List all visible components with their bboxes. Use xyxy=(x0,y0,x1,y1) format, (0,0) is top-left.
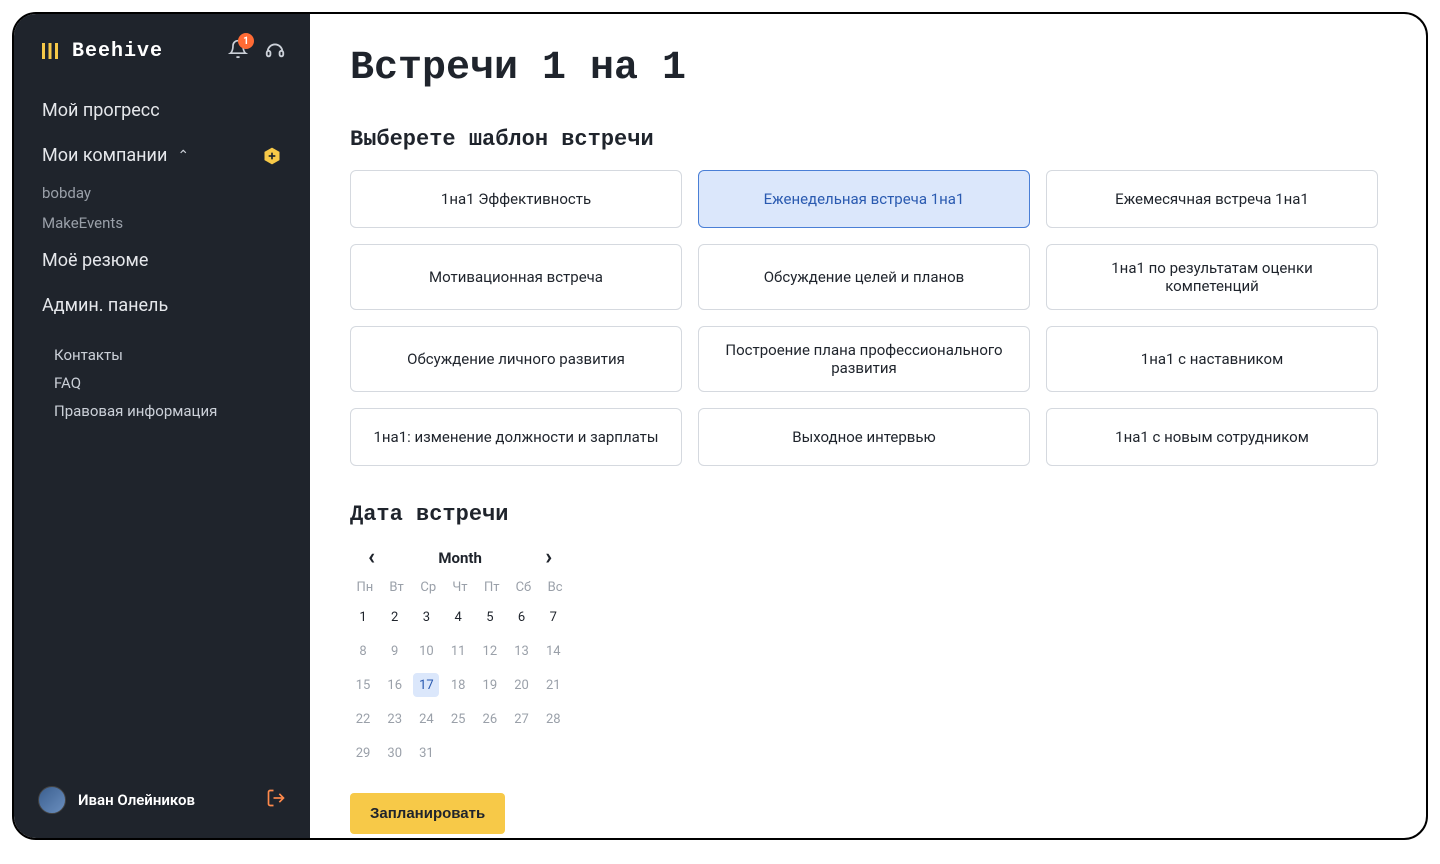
calendar-day[interactable]: 23 xyxy=(382,707,408,731)
calendar-day[interactable]: 18 xyxy=(445,673,471,697)
calendar-day[interactable]: 4 xyxy=(445,605,471,629)
footer-faq[interactable]: FAQ xyxy=(54,374,270,392)
page-title: Встречи 1 на 1 xyxy=(350,46,1378,91)
nav-company-item[interactable]: bobday xyxy=(26,178,298,208)
calendar-day[interactable]: 12 xyxy=(477,639,503,663)
main-content: Встречи 1 на 1 Выберете шаблон встречи 1… xyxy=(310,14,1426,838)
sidebar-header: Beehive 1 xyxy=(14,38,310,88)
template-card[interactable]: 1на1 Эффективность xyxy=(350,170,682,228)
calendar-day[interactable]: 30 xyxy=(382,741,408,765)
chevron-up-icon: ⌃ xyxy=(177,148,189,164)
user-name: Иван Олейников xyxy=(78,791,195,809)
footer-legal[interactable]: Правовая информация xyxy=(54,402,270,420)
nav-company-item[interactable]: MakeEvents xyxy=(26,208,298,238)
calendar-dow: Вс xyxy=(540,580,570,595)
calendar-day[interactable]: 17 xyxy=(413,673,439,697)
template-card[interactable]: Мотивационная встреча xyxy=(350,244,682,310)
template-section-title: Выберете шаблон встречи xyxy=(350,127,1378,152)
template-card[interactable]: Обсуждение личного развития xyxy=(350,326,682,392)
nav-label: Мой прогресс xyxy=(42,100,160,121)
template-card[interactable]: Еженедельная встреча 1на1 xyxy=(698,170,1030,228)
calendar-day[interactable]: 15 xyxy=(350,673,376,697)
template-card[interactable]: Выходное интервью xyxy=(698,408,1030,466)
logo-icon xyxy=(38,39,62,63)
calendar-dow: Пн xyxy=(350,580,380,595)
template-card[interactable]: Ежемесячная встреча 1на1 xyxy=(1046,170,1378,228)
calendar-header: ‹ Month › xyxy=(350,545,570,580)
calendar-day[interactable]: 3 xyxy=(413,605,439,629)
user-block: Иван Олейников xyxy=(14,770,310,822)
calendar-dow: Сб xyxy=(509,580,539,595)
calendar-day[interactable]: 24 xyxy=(413,707,439,731)
nav-resume[interactable]: Моё резюме xyxy=(26,238,298,283)
calendar-day[interactable]: 16 xyxy=(382,673,408,697)
nav-companies[interactable]: Мои компании ⌃ xyxy=(26,133,298,178)
calendar-day[interactable]: 25 xyxy=(445,707,471,731)
schedule-button[interactable]: Запланировать xyxy=(350,793,505,834)
calendar-day[interactable]: 10 xyxy=(413,639,439,663)
user-profile[interactable]: Иван Олейников xyxy=(38,786,195,814)
nav: Мой прогресс Мои компании ⌃ bobday xyxy=(14,88,310,770)
template-grid: 1на1 Эффективность Еженедельная встреча 1… xyxy=(350,170,1378,466)
calendar-day[interactable]: 27 xyxy=(509,707,535,731)
calendar-dow: Ср xyxy=(413,580,443,595)
calendar-dow: Вт xyxy=(382,580,412,595)
template-card[interactable]: Построение плана профессионального разви… xyxy=(698,326,1030,392)
calendar-day[interactable]: 11 xyxy=(445,639,471,663)
calendar-day[interactable]: 29 xyxy=(350,741,376,765)
calendar-day[interactable]: 22 xyxy=(350,707,376,731)
calendar-day[interactable]: 7 xyxy=(540,605,566,629)
notifications-button[interactable]: 1 xyxy=(228,39,248,63)
nav-label: Админ. панель xyxy=(42,295,168,316)
calendar-grid: ПнВтСрЧтПтСбВс12345678910111213141516171… xyxy=(350,580,570,765)
nav-progress[interactable]: Мой прогресс xyxy=(26,88,298,133)
header-icons: 1 xyxy=(228,38,286,64)
template-card[interactable]: 1на1: изменение должности и зарплаты xyxy=(350,408,682,466)
footer-contacts[interactable]: Контакты xyxy=(54,346,270,364)
calendar-day[interactable]: 21 xyxy=(540,673,566,697)
footer-links: Контакты FAQ Правовая информация xyxy=(26,346,298,420)
calendar-day[interactable]: 2 xyxy=(382,605,408,629)
next-month-button[interactable]: › xyxy=(545,545,552,570)
logout-button[interactable] xyxy=(266,788,286,812)
company-label: MakeEvents xyxy=(42,214,123,232)
date-section-title: Дата встречи xyxy=(350,502,1378,527)
company-label: bobday xyxy=(42,184,91,202)
calendar-day[interactable]: 31 xyxy=(413,741,439,765)
calendar: ‹ Month › ПнВтСрЧтПтСбВс1234567891011121… xyxy=(350,545,570,765)
sidebar: Beehive 1 xyxy=(14,14,310,838)
calendar-day[interactable]: 14 xyxy=(540,639,566,663)
nav-admin[interactable]: Админ. панель xyxy=(26,283,298,328)
add-company-button[interactable] xyxy=(262,146,282,166)
nav-label: Мои компании xyxy=(42,145,167,166)
brand-name: Beehive xyxy=(72,40,163,63)
calendar-day[interactable]: 13 xyxy=(509,639,535,663)
calendar-day[interactable]: 8 xyxy=(350,639,376,663)
avatar xyxy=(38,786,66,814)
calendar-day[interactable]: 9 xyxy=(382,639,408,663)
calendar-day[interactable]: 20 xyxy=(509,673,535,697)
calendar-day[interactable]: 6 xyxy=(509,605,535,629)
calendar-dow: Чт xyxy=(445,580,475,595)
calendar-dow: Пт xyxy=(477,580,507,595)
template-card[interactable]: Обсуждение целей и планов xyxy=(698,244,1030,310)
template-card[interactable]: 1на1 по результатам оценки компетенций xyxy=(1046,244,1378,310)
template-card[interactable]: 1на1 с наставником xyxy=(1046,326,1378,392)
calendar-day[interactable]: 26 xyxy=(477,707,503,731)
template-card[interactable]: 1на1 с новым сотрудником xyxy=(1046,408,1378,466)
notification-badge: 1 xyxy=(238,33,254,49)
calendar-day[interactable]: 5 xyxy=(477,605,503,629)
calendar-month-label: Month xyxy=(438,549,481,567)
calendar-day[interactable]: 1 xyxy=(350,605,376,629)
prev-month-button[interactable]: ‹ xyxy=(368,545,375,570)
calendar-day[interactable]: 28 xyxy=(540,707,566,731)
calendar-day[interactable]: 19 xyxy=(477,673,503,697)
brand-logo[interactable]: Beehive xyxy=(38,39,163,63)
support-icon[interactable] xyxy=(264,38,286,64)
nav-label: Моё резюме xyxy=(42,250,148,271)
